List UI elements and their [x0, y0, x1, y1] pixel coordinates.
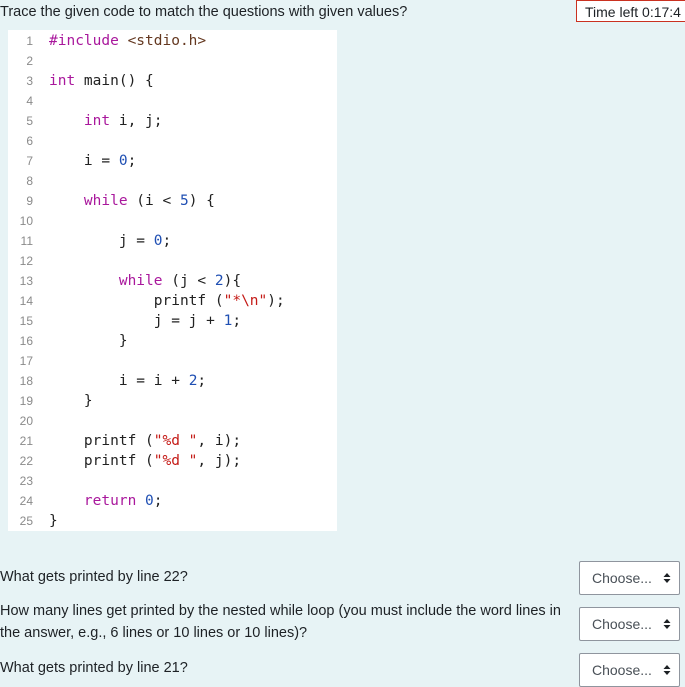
code-text: j = 0; — [49, 233, 172, 249]
line-number: 17 — [19, 354, 33, 368]
line-number: 10 — [19, 214, 33, 228]
line-number: 2 — [26, 54, 33, 68]
code-line: 5 int i, j; — [8, 111, 337, 131]
question-line-21: What gets printed by line 21? — [0, 660, 188, 676]
line-number: 16 — [19, 334, 33, 348]
line-number: 15 — [19, 314, 33, 328]
code-line: 17 — [8, 351, 337, 371]
code-text: } — [49, 513, 58, 529]
code-text: printf ("%d ", i); — [49, 433, 242, 449]
line-number: 21 — [19, 434, 33, 448]
code-text: i = i + 2; — [49, 373, 207, 389]
code-text: } — [49, 393, 93, 409]
code-line: 10 — [8, 211, 337, 231]
code-line: 7 i = 0; — [8, 151, 337, 171]
code-text: printf ("%d ", j); — [49, 453, 242, 469]
line-number: 13 — [19, 274, 33, 288]
code-line: 11 j = 0; — [8, 231, 337, 251]
code-text: i = 0; — [49, 153, 137, 169]
code-line: 25} — [8, 511, 337, 531]
question-prompt: Trace the given code to match the questi… — [0, 4, 408, 20]
code-text: int main() { — [49, 73, 154, 89]
code-line: 16 } — [8, 331, 337, 351]
code-line: 14 printf ("*\n"); — [8, 291, 337, 311]
code-line: 9 while (i < 5) { — [8, 191, 337, 211]
updown-arrow-icon — [663, 572, 671, 588]
updown-arrow-icon — [663, 664, 671, 680]
line-number: 8 — [26, 174, 33, 188]
code-text: } — [49, 333, 128, 349]
answer-select-nested-loop[interactable]: Choose... — [579, 607, 680, 641]
code-text: int i, j; — [83, 113, 163, 129]
code-line: 23 — [8, 471, 337, 491]
line-number: 23 — [19, 474, 33, 488]
line-number: 22 — [19, 454, 33, 468]
updown-arrow-icon — [663, 618, 671, 634]
code-line: 13 while (j < 2){ — [8, 271, 337, 291]
code-text: j = j + 1; — [49, 313, 242, 329]
line-number: 11 — [20, 234, 33, 248]
line-number: 24 — [19, 494, 33, 508]
line-number: 19 — [19, 394, 33, 408]
code-line: 1 #include <stdio.h> — [8, 31, 337, 51]
answer-select-line-22[interactable]: Choose... — [579, 561, 680, 595]
question-line-22: What gets printed by line 22? — [0, 569, 188, 585]
code-line: 15 j = j + 1; — [8, 311, 337, 331]
code-text: while (j < 2){ — [118, 273, 242, 289]
answer-select-line-21[interactable]: Choose... — [579, 653, 680, 687]
line-number: 9 — [26, 194, 33, 208]
code-text: while (i < 5) { — [83, 193, 215, 209]
code-line: 6 — [8, 131, 337, 151]
code-line: 21 printf ("%d ", i); — [8, 431, 337, 451]
code-listing: 1 #include <stdio.h> 2 3 int main() {4 5 int … — [8, 30, 337, 531]
line-number: 12 — [19, 254, 33, 268]
code-line: 18 i = i + 2; — [8, 371, 337, 391]
code-line: 22 printf ("%d ", j); — [8, 451, 337, 471]
code-line: 20 — [8, 411, 337, 431]
code-line: 4 — [8, 91, 337, 111]
code-text: #include <stdio.h> — [49, 33, 207, 49]
line-number: 7 — [26, 154, 33, 168]
line-number: 3 — [26, 74, 33, 88]
code-line: 19 } — [8, 391, 337, 411]
line-number: 18 — [19, 374, 33, 388]
code-line: 3 int main() { — [8, 71, 337, 91]
line-number: 5 — [26, 114, 33, 128]
line-number: 1 — [26, 34, 33, 48]
line-number: 14 — [19, 294, 33, 308]
code-line: 24 return 0; — [8, 491, 337, 511]
code-line: 8 — [8, 171, 337, 191]
code-line: 2 — [8, 51, 337, 71]
select-value: Choose... — [592, 662, 652, 678]
line-number: 6 — [26, 134, 33, 148]
select-value: Choose... — [592, 570, 652, 586]
line-number: 4 — [26, 94, 33, 108]
line-number: 20 — [19, 414, 33, 428]
select-value: Choose... — [592, 616, 652, 632]
code-text: printf ("*\n"); — [49, 293, 285, 309]
line-number: 25 — [19, 514, 33, 528]
code-line: 12 — [8, 251, 337, 271]
code-text: return 0; — [83, 493, 163, 509]
question-nested-loop-lines: How many lines get printed by the nested… — [0, 603, 561, 641]
time-left-timer: Time left 0:17:4 — [576, 0, 685, 22]
